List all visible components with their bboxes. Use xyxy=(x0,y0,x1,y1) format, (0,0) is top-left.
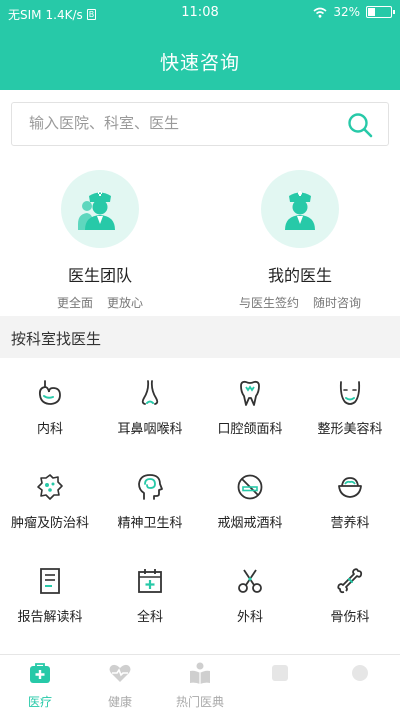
department-label: 外科 xyxy=(236,610,263,625)
doctor-team-tags: 更全面 更放心 xyxy=(0,294,200,311)
department-label: 营养科 xyxy=(330,516,370,531)
department-nutrition[interactable]: 营养科 xyxy=(300,452,400,546)
section-header: 按科室找医生 xyxy=(0,316,400,358)
department-plastic-surgery[interactable]: 整形美容科 xyxy=(300,358,400,452)
search-input[interactable] xyxy=(29,114,329,132)
search-icon[interactable] xyxy=(346,111,374,139)
my-doctor-tags: 与医生签约 随时咨询 xyxy=(200,294,400,311)
department-mental-health[interactable]: 精神卫生科 xyxy=(100,452,200,546)
doctor-team-title: 医生团队 xyxy=(67,266,132,285)
bottom-tab-bar: 医疗 健康 热门医典 xyxy=(0,654,400,711)
tab-medical[interactable]: 医疗 xyxy=(0,655,80,711)
tab-health[interactable]: 健康 xyxy=(80,655,160,711)
tab-label: 健康 xyxy=(107,695,132,709)
my-doctor-title: 我的医生 xyxy=(267,266,332,285)
department-label: 骨伤科 xyxy=(330,610,370,625)
search-box[interactable] xyxy=(11,102,389,146)
tab-5-icon xyxy=(352,665,368,681)
tab-label: 热门医典 xyxy=(175,695,224,709)
tab-popular-canon[interactable]: 热门医典 xyxy=(160,655,240,711)
nose-icon xyxy=(141,380,159,405)
department-ent[interactable]: 耳鼻咽喉科 xyxy=(100,358,200,452)
report-icon xyxy=(40,568,60,594)
doctor-team-icon xyxy=(78,191,115,230)
department-label: 全科 xyxy=(136,610,163,625)
department-general-practice[interactable]: 全科 xyxy=(100,546,200,640)
department-oncology[interactable]: 肿瘤及防治科 xyxy=(0,452,100,546)
department-stomatology[interactable]: 口腔颌面科 xyxy=(200,358,300,452)
department-label: 肿瘤及防治科 xyxy=(10,516,89,531)
tab-label: 医疗 xyxy=(27,695,52,709)
scissors-icon xyxy=(238,569,262,593)
department-surgery[interactable]: 外科 xyxy=(200,546,300,640)
department-report-interpretation[interactable]: 报告解读科 xyxy=(0,546,100,640)
doctor-team-option[interactable]: 医生团队 更全面 更放心 xyxy=(0,170,200,311)
medical-kit-icon xyxy=(30,663,50,683)
tab-4[interactable] xyxy=(240,655,320,711)
tumor-cell-icon xyxy=(37,474,63,500)
my-doctor-tag: 随时咨询 xyxy=(313,296,362,310)
battery-percent: 32% xyxy=(333,5,360,19)
doctor-team-avatar xyxy=(61,170,139,248)
tab-5[interactable] xyxy=(320,655,400,711)
my-doctor-option[interactable]: 我的医生 与医生签约 随时咨询 xyxy=(200,170,400,311)
bowl-icon xyxy=(338,477,362,498)
department-label: 报告解读科 xyxy=(17,610,83,625)
my-doctor-tag: 与医生签约 xyxy=(238,296,299,310)
doctor-team-tag: 更全面 xyxy=(56,296,93,310)
app-header: 无SIM 1.4K/s B 11:08 32% 快速咨询 xyxy=(0,0,400,90)
heart-pulse-icon xyxy=(109,664,131,682)
book-reader-icon xyxy=(190,662,210,684)
battery-icon xyxy=(366,6,395,18)
stomach-icon xyxy=(38,380,61,405)
page-title: 快速咨询 xyxy=(159,52,240,74)
department-internal-medicine[interactable]: 内科 xyxy=(0,358,100,452)
status-bar: 无SIM 1.4K/s B 11:08 32% xyxy=(0,0,400,26)
calendar-plus-icon xyxy=(138,569,162,593)
department-orthopedics[interactable]: 骨伤科 xyxy=(300,546,400,640)
wifi-icon xyxy=(313,7,327,18)
department-quit-smoking-drinking[interactable]: 戒烟戒酒科 xyxy=(200,452,300,546)
section-title: 按科室找医生 xyxy=(11,330,102,348)
department-label: 内科 xyxy=(36,422,63,437)
department-label: 耳鼻咽喉科 xyxy=(117,422,183,437)
no-smoking-icon xyxy=(237,474,263,500)
my-doctor-icon xyxy=(285,191,315,230)
bone-icon xyxy=(337,568,363,594)
department-label: 口腔颌面科 xyxy=(217,422,283,437)
tab-4-icon xyxy=(272,665,288,681)
department-label: 整形美容科 xyxy=(317,422,383,437)
face-icon xyxy=(339,381,361,405)
battery-level xyxy=(368,8,375,16)
department-label: 精神卫生科 xyxy=(117,516,183,531)
tooth-icon xyxy=(240,380,260,406)
brain-head-icon xyxy=(138,474,163,500)
doctor-team-tag: 更放心 xyxy=(107,296,144,310)
department-label: 戒烟戒酒科 xyxy=(217,516,283,531)
my-doctor-avatar xyxy=(261,170,339,248)
status-right: 32% xyxy=(313,5,395,19)
